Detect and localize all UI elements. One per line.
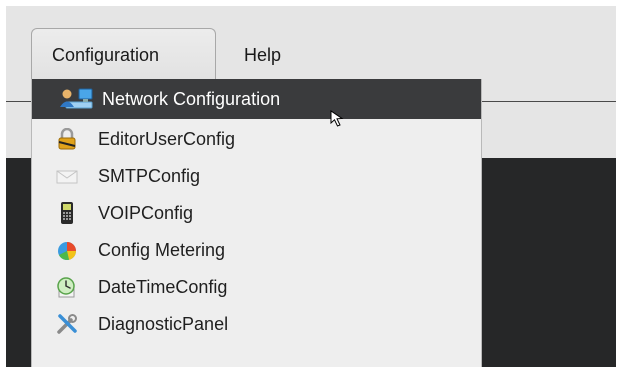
menu-item-label: EditorUserConfig — [98, 129, 236, 149]
menu-item-smtp-config[interactable]: SMTPConfig — [32, 159, 481, 193]
padlock-icon — [58, 128, 76, 150]
menu-item-label: SMTPConfig — [98, 166, 201, 186]
tools-icon — [57, 314, 77, 334]
menu-item-label: DiagnosticPanel — [98, 314, 229, 334]
menu-item-label: VOIPConfig — [98, 203, 194, 223]
menu-configuration-label: Configuration — [52, 45, 160, 65]
clock-icon — [57, 277, 75, 298]
menu-item-config-metering[interactable]: Config Metering — [32, 233, 481, 267]
menu-configuration[interactable]: Configuration — [31, 28, 216, 80]
app-window: Configuration Help Network Configuration — [6, 6, 616, 367]
menu-help[interactable]: Help — [244, 44, 281, 66]
configuration-dropdown: Network Configuration EditorUserConfig S… — [31, 79, 482, 367]
menu-item-editor-user-config[interactable]: EditorUserConfig — [32, 122, 481, 156]
menu-item-date-time-config[interactable]: DateTimeConfig — [32, 270, 481, 304]
menu-item-network-configuration[interactable]: Network Configuration — [32, 79, 481, 127]
menu-help-label: Help — [244, 45, 282, 65]
menu-item-label: Config Metering — [98, 240, 226, 260]
pie-chart-icon — [58, 242, 77, 261]
menu-item-voip-config[interactable]: VOIPConfig — [32, 196, 481, 230]
network-computers-icon — [60, 88, 93, 109]
menu-item-label: Network Configuration — [102, 89, 281, 109]
phone-icon — [61, 202, 73, 224]
menu-item-label: DateTimeConfig — [98, 277, 228, 297]
menu-item-diagnostic-panel[interactable]: DiagnosticPanel — [32, 307, 481, 341]
envelope-icon — [56, 170, 78, 184]
